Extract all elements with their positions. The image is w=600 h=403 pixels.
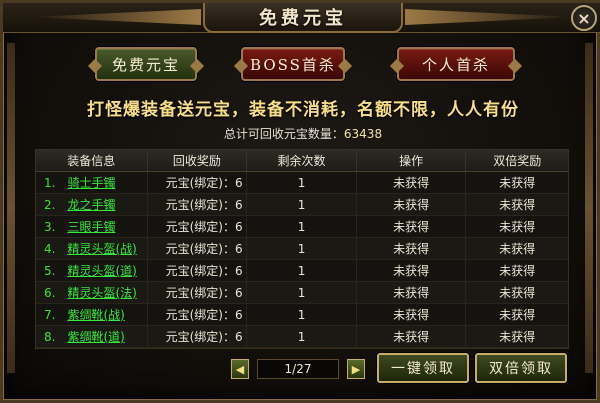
row-index: 6. <box>44 285 56 300</box>
row-index: 5. <box>44 263 56 278</box>
table-row: 6. 精灵头盔(法) 元宝(绑定)：6 1 未获得 未获得 <box>36 282 568 304</box>
action-status: 未获得 <box>357 282 467 303</box>
item-cell: 5. 精灵头盔(道) <box>36 260 148 281</box>
table-row: 1. 骑士手镯 元宝(绑定)：6 1 未获得 未获得 <box>36 172 568 194</box>
double-status: 未获得 <box>499 176 536 190</box>
equipment-table: 装备信息 回收奖励 剩余次数 操作 双倍奖励 1. 骑士手镯 元宝(绑定)：6 1… <box>35 149 569 349</box>
tab-personal-first-kill[interactable]: 个人首杀 <box>397 47 515 81</box>
item-cell: 3. 三眼手镯 <box>36 216 148 237</box>
row-index: 3. <box>44 219 56 234</box>
remaining-cell: 1 <box>247 326 357 347</box>
row-index: 7. <box>44 307 56 322</box>
claim-all-button[interactable]: 一键领取 <box>377 353 469 383</box>
reward-cell: 元宝(绑定)：6 <box>148 238 248 259</box>
table-row: 7. 紫绸靴(战) 元宝(绑定)：6 1 未获得 未获得 <box>36 304 568 326</box>
remaining-cell: 1 <box>247 260 357 281</box>
promo-slogan: 打怪爆装备送元宝，装备不消耗，名额不限，人人有份 <box>87 100 519 120</box>
item-cell: 2. 龙之手镯 <box>36 194 148 215</box>
action-status: 未获得 <box>357 216 467 237</box>
row-index: 4. <box>44 241 56 256</box>
title-plate: 免费元宝 <box>203 3 403 33</box>
next-page-button[interactable]: ▶ <box>347 359 365 379</box>
table-row: 2. 龙之手镯 元宝(绑定)：6 1 未获得 未获得 <box>36 194 568 216</box>
action-status: 未获得 <box>357 172 467 193</box>
item-link[interactable]: 龙之手镯 <box>67 196 115 213</box>
remaining-cell: 1 <box>247 216 357 237</box>
reward-cell: 元宝(绑定)：6 <box>148 216 248 237</box>
header-operation: 操作 <box>357 150 467 171</box>
prev-page-button[interactable]: ◀ <box>231 359 249 379</box>
tab-bar: 免费元宝 BOSS首杀 个人首杀 <box>95 47 525 83</box>
item-cell: 4. 精灵头盔(战) <box>36 238 148 259</box>
reward-cell: 元宝(绑定)：6 <box>148 326 248 347</box>
header-double-reward: 双倍奖励 <box>493 154 542 168</box>
remaining-cell: 1 <box>247 172 357 193</box>
item-link[interactable]: 精灵头盔(道) <box>67 262 136 279</box>
double-status: 未获得 <box>499 242 536 256</box>
window-title: 免费元宝 <box>259 8 347 29</box>
table-row: 8. 紫绸靴(道) 元宝(绑定)：6 1 未获得 未获得 <box>36 326 568 348</box>
item-cell: 8. 紫绸靴(道) <box>36 326 148 347</box>
header-recycle-reward: 回收奖励 <box>148 150 248 171</box>
table-body: 1. 骑士手镯 元宝(绑定)：6 1 未获得 未获得 2. 龙之手镯 元宝(绑定)：… <box>36 172 568 348</box>
tab-free-yuanbao[interactable]: 免费元宝 <box>95 47 197 81</box>
action-status: 未获得 <box>357 326 467 347</box>
remaining-cell: 1 <box>247 238 357 259</box>
item-link[interactable]: 三眼手镯 <box>67 218 115 235</box>
remaining-cell: 1 <box>247 304 357 325</box>
arrow-left-icon: ◀ <box>235 362 245 376</box>
reward-cell: 元宝(绑定)：6 <box>148 194 248 215</box>
double-status: 未获得 <box>499 264 536 278</box>
action-status: 未获得 <box>357 304 467 325</box>
right-border-ornament <box>585 43 593 373</box>
page-indicator: 1/27 <box>257 359 339 379</box>
remaining-cell: 1 <box>247 282 357 303</box>
item-link[interactable]: 精灵头盔(战) <box>67 240 136 257</box>
double-claim-button[interactable]: 双倍领取 <box>475 353 567 383</box>
title-wing-right-ornament <box>405 9 575 25</box>
header-equipment-info: 装备信息 <box>36 150 148 171</box>
reward-cell: 元宝(绑定)：6 <box>148 282 248 303</box>
total-recoverable: 总计可回收元宝数量：63438 <box>3 125 600 142</box>
item-cell: 1. 骑士手镯 <box>36 172 148 193</box>
item-link[interactable]: 紫绸靴(道) <box>67 328 124 345</box>
row-index: 1. <box>44 175 56 190</box>
window-frame: 免费元宝 × 免费元宝 BOSS首杀 个人首杀 打怪爆装备送元宝，装备不消耗，名… <box>0 0 600 403</box>
reward-cell: 元宝(绑定)：6 <box>148 304 248 325</box>
tab-boss-first-kill[interactable]: BOSS首杀 <box>241 47 345 81</box>
table-header: 装备信息 回收奖励 剩余次数 操作 双倍奖励 <box>36 150 568 172</box>
table-row: 4. 精灵头盔(战) 元宝(绑定)：6 1 未获得 未获得 <box>36 238 568 260</box>
header-remaining-count: 剩余次数 <box>247 150 357 171</box>
item-cell: 7. 紫绸靴(战) <box>36 304 148 325</box>
double-status: 未获得 <box>499 286 536 300</box>
close-button[interactable]: × <box>571 5 597 31</box>
reward-cell: 元宝(绑定)：6 <box>148 260 248 281</box>
item-link[interactable]: 骑士手镯 <box>67 174 115 191</box>
pagination: ◀ 1/27 ▶ <box>231 359 365 381</box>
reward-cell: 元宝(绑定)：6 <box>148 172 248 193</box>
total-label: 总计可回收元宝数量： <box>223 127 344 141</box>
item-cell: 6. 精灵头盔(法) <box>36 282 148 303</box>
total-value: 63438 <box>343 127 383 141</box>
table-row: 5. 精灵头盔(道) 元宝(绑定)：6 1 未获得 未获得 <box>36 260 568 282</box>
double-status: 未获得 <box>499 308 536 322</box>
left-border-ornament <box>7 43 15 373</box>
row-index: 8. <box>44 329 56 344</box>
row-index: 2. <box>44 197 56 212</box>
double-status: 未获得 <box>499 220 536 234</box>
double-status: 未获得 <box>499 198 536 212</box>
action-status: 未获得 <box>357 260 467 281</box>
action-status: 未获得 <box>357 238 467 259</box>
item-link[interactable]: 精灵头盔(法) <box>67 284 136 301</box>
arrow-right-icon: ▶ <box>351 362 361 376</box>
close-icon: × <box>577 8 591 28</box>
remaining-cell: 1 <box>247 194 357 215</box>
item-link[interactable]: 紫绸靴(战) <box>67 306 124 323</box>
table-row: 3. 三眼手镯 元宝(绑定)：6 1 未获得 未获得 <box>36 216 568 238</box>
title-bar: 免费元宝 × <box>3 3 600 33</box>
action-status: 未获得 <box>357 194 467 215</box>
double-status: 未获得 <box>499 330 536 344</box>
title-wing-left-ornament <box>31 9 201 25</box>
